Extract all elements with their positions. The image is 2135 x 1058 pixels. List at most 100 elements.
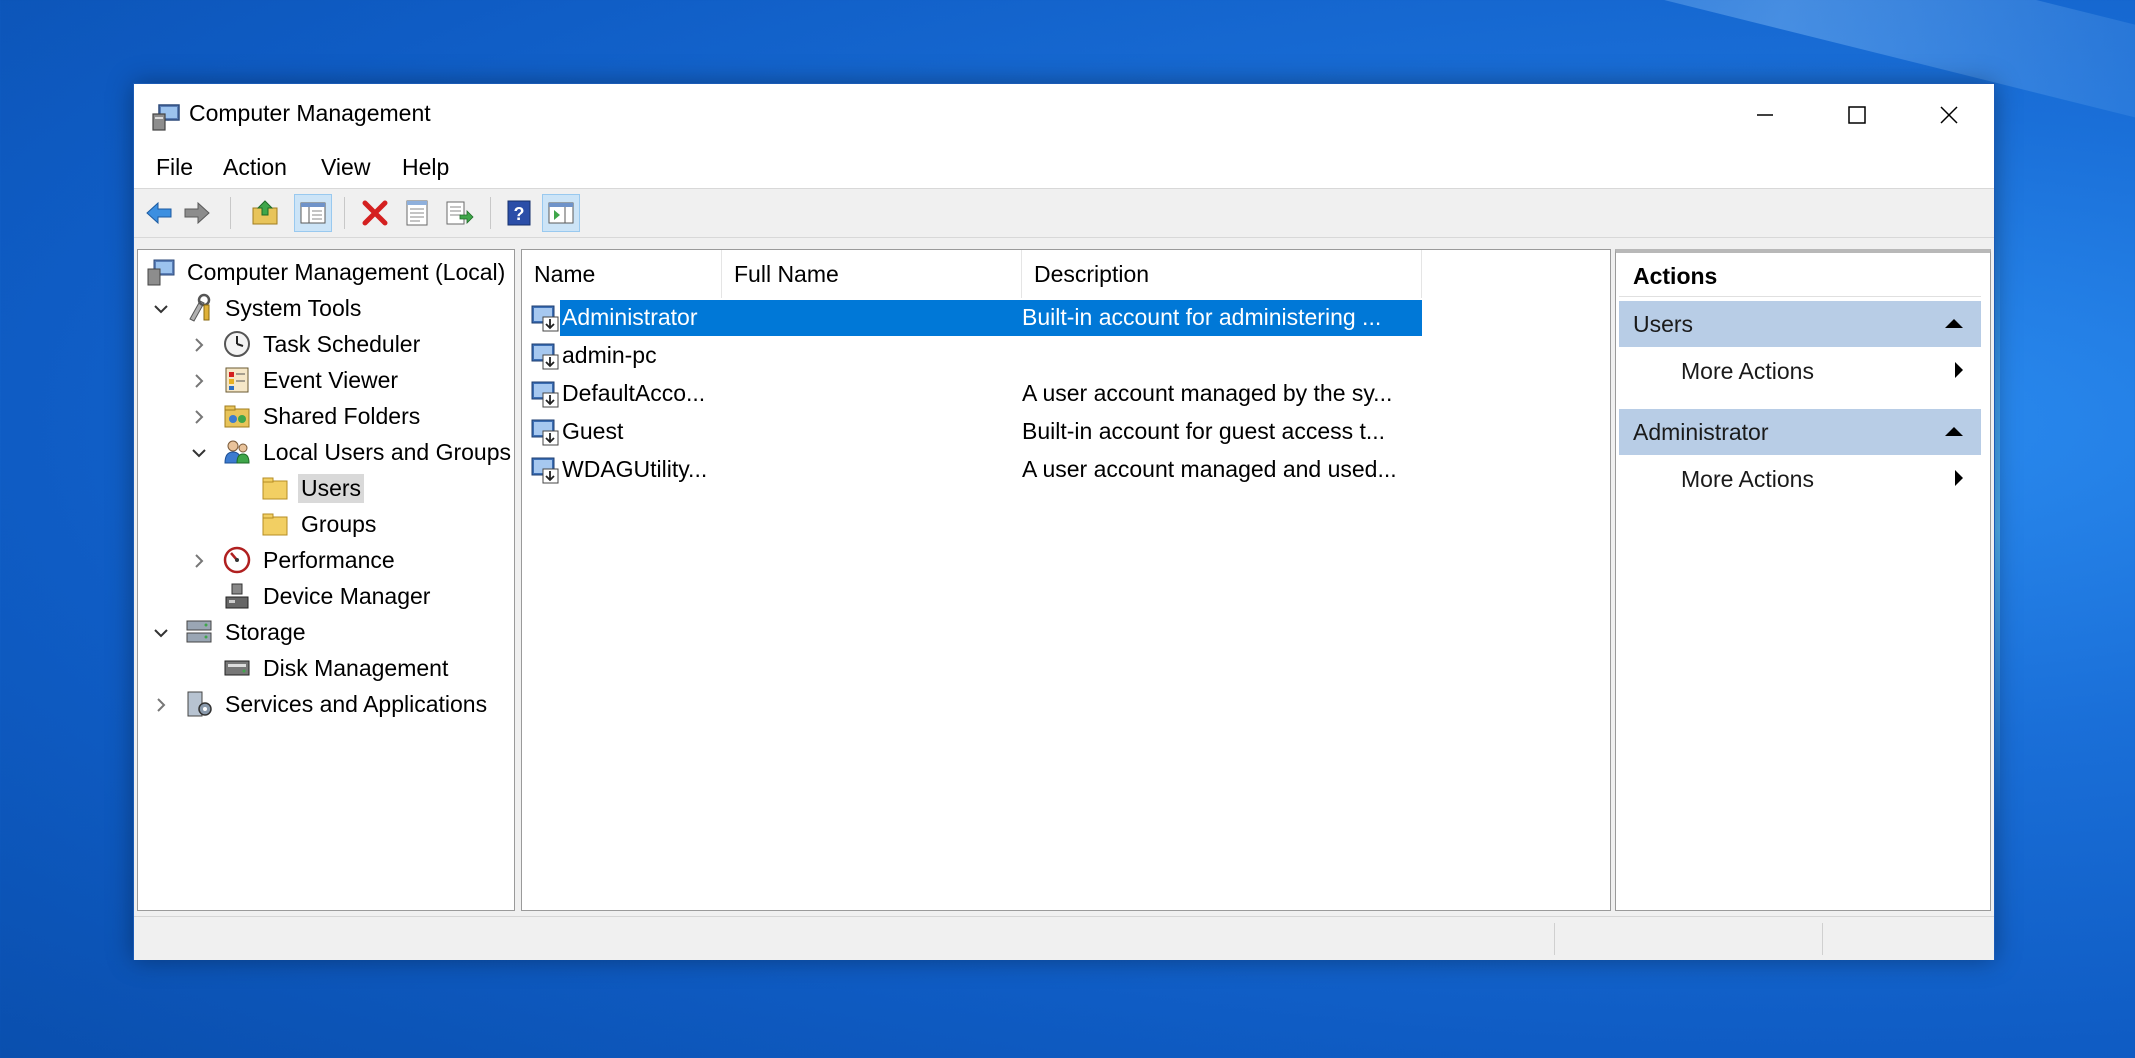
- chevron-down-icon[interactable]: [190, 444, 208, 462]
- tree-item-shared-folders[interactable]: Shared Folders: [222, 399, 423, 433]
- column-header-full-name[interactable]: Full Name: [722, 250, 1022, 298]
- chevron-right-icon[interactable]: [152, 696, 170, 714]
- more-actions-users[interactable]: More Actions: [1619, 349, 1981, 393]
- help-icon: ?: [507, 200, 531, 226]
- menu-help[interactable]: Help: [402, 154, 449, 181]
- tree-item-performance[interactable]: Performance: [222, 543, 398, 577]
- export-list-icon: [446, 201, 474, 225]
- chevron-down-icon[interactable]: [152, 300, 170, 318]
- table-row[interactable]: Guest Built-in account for guest access …: [530, 414, 1420, 450]
- chevron-down-icon[interactable]: [152, 624, 170, 642]
- more-actions-label: More Actions: [1681, 358, 1814, 384]
- show-hide-tree-button[interactable]: [294, 194, 332, 232]
- table-row[interactable]: WDAGUtility... A user account managed an…: [530, 452, 1420, 488]
- minimize-button[interactable]: [1719, 84, 1811, 146]
- user-icon: [531, 381, 559, 408]
- table-row[interactable]: admin-pc: [530, 338, 1420, 374]
- svg-text:?: ?: [514, 204, 525, 224]
- more-actions-administrator[interactable]: More Actions: [1619, 457, 1981, 501]
- forward-icon: [184, 201, 210, 225]
- back-button[interactable]: [140, 194, 178, 232]
- disk-management-icon: [224, 660, 250, 676]
- show-hide-action-pane-button[interactable]: [542, 194, 580, 232]
- status-divider: [1554, 923, 1555, 955]
- tree-item-system-tools[interactable]: System Tools: [184, 291, 364, 325]
- computer-management-window: Computer Management File Action View Hel…: [133, 83, 1995, 960]
- user-icon: [531, 305, 559, 332]
- chevron-right-icon[interactable]: [190, 372, 208, 390]
- tree-label: Local Users and Groups: [263, 438, 512, 465]
- menu-file[interactable]: File: [156, 154, 193, 181]
- submenu-arrow-icon: [1955, 362, 1963, 378]
- properties-button[interactable]: [398, 194, 436, 232]
- actions-group-users[interactable]: Users: [1619, 301, 1981, 347]
- cell-description: Built-in account for guest access t...: [1022, 418, 1386, 444]
- up-one-level-button[interactable]: [246, 194, 284, 232]
- console-tree-pane[interactable]: Computer Management (Local) System Tools…: [137, 249, 515, 911]
- tree-item-groups[interactable]: Groups: [260, 507, 379, 541]
- help-button[interactable]: ?: [500, 194, 538, 232]
- show-hide-tree-icon: [300, 202, 326, 224]
- chevron-right-icon[interactable]: [190, 408, 208, 426]
- tree-item-event-viewer[interactable]: Event Viewer: [222, 363, 401, 397]
- export-list-button[interactable]: [440, 194, 478, 232]
- users-list-pane[interactable]: Name Full Name Description Administrator…: [521, 249, 1611, 911]
- cell-description: Built-in account for administering ...: [1022, 304, 1382, 330]
- properties-icon: [406, 200, 428, 226]
- title-bar[interactable]: Computer Management: [134, 84, 1994, 146]
- tree-item-services-and-applications[interactable]: Services and Applications: [184, 687, 490, 721]
- chevron-right-icon[interactable]: [190, 552, 208, 570]
- tree-label: Disk Management: [263, 654, 449, 681]
- tree-label: Computer Management (Local): [187, 258, 506, 285]
- users-group-icon: [224, 440, 250, 464]
- status-divider: [1822, 923, 1823, 955]
- tree-label: Performance: [263, 546, 395, 573]
- submenu-arrow-icon: [1955, 470, 1963, 486]
- column-header-description[interactable]: Description: [1022, 250, 1422, 298]
- computer-management-icon: [147, 259, 175, 286]
- delete-icon: [362, 200, 388, 226]
- tree-item-task-scheduler[interactable]: Task Scheduler: [222, 327, 423, 361]
- forward-button[interactable]: [178, 194, 216, 232]
- user-icon: [531, 419, 559, 446]
- shared-folder-icon: [224, 405, 250, 428]
- actions-title: Actions: [1619, 257, 1981, 297]
- up-folder-icon: [252, 200, 278, 225]
- tree-label: Users: [298, 473, 365, 503]
- tree-label: Event Viewer: [263, 366, 399, 393]
- table-row-selected[interactable]: Administrator Built-in account for admin…: [560, 300, 1422, 336]
- tree-item-users[interactable]: Users: [260, 471, 365, 505]
- tree-item-storage[interactable]: Storage: [184, 615, 309, 649]
- tree-item-local-users-and-groups[interactable]: Local Users and Groups: [222, 435, 514, 469]
- show-hide-action-pane-icon: [548, 202, 574, 224]
- table-row[interactable]: DefaultAcco... A user account managed by…: [530, 376, 1420, 412]
- computer-management-icon: [152, 104, 180, 131]
- tree-item-disk-management[interactable]: Disk Management: [222, 651, 451, 685]
- maximize-button[interactable]: [1811, 84, 1903, 146]
- delete-button[interactable]: [356, 194, 394, 232]
- close-button[interactable]: [1903, 84, 1995, 146]
- column-header-name[interactable]: Name: [522, 250, 722, 298]
- window-title: Computer Management: [189, 100, 431, 126]
- cell-description: A user account managed and used...: [1022, 456, 1397, 482]
- group-label: Users: [1633, 310, 1694, 337]
- cell-name: admin-pc: [562, 342, 657, 368]
- back-icon: [146, 201, 172, 225]
- tree-item-computer-management[interactable]: Computer Management (Local): [146, 255, 508, 289]
- storage-icon: [186, 620, 212, 643]
- tree-label: Device Manager: [263, 582, 431, 609]
- toolbar-separator: [344, 197, 345, 229]
- menu-action[interactable]: Action: [223, 154, 287, 181]
- tree-item-device-manager[interactable]: Device Manager: [222, 579, 433, 613]
- actions-group-administrator[interactable]: Administrator: [1619, 409, 1981, 455]
- cell-description: A user account managed by the sy...: [1022, 380, 1393, 406]
- tree-label: Services and Applications: [225, 690, 488, 717]
- close-icon: [1940, 106, 1958, 124]
- tree-label: Task Scheduler: [263, 330, 421, 357]
- menu-view[interactable]: View: [321, 154, 370, 181]
- event-viewer-icon: [225, 367, 249, 393]
- collapse-arrow-icon[interactable]: [1945, 319, 1963, 328]
- tree-label: System Tools: [225, 294, 362, 321]
- chevron-right-icon[interactable]: [190, 336, 208, 354]
- collapse-arrow-icon[interactable]: [1945, 427, 1963, 436]
